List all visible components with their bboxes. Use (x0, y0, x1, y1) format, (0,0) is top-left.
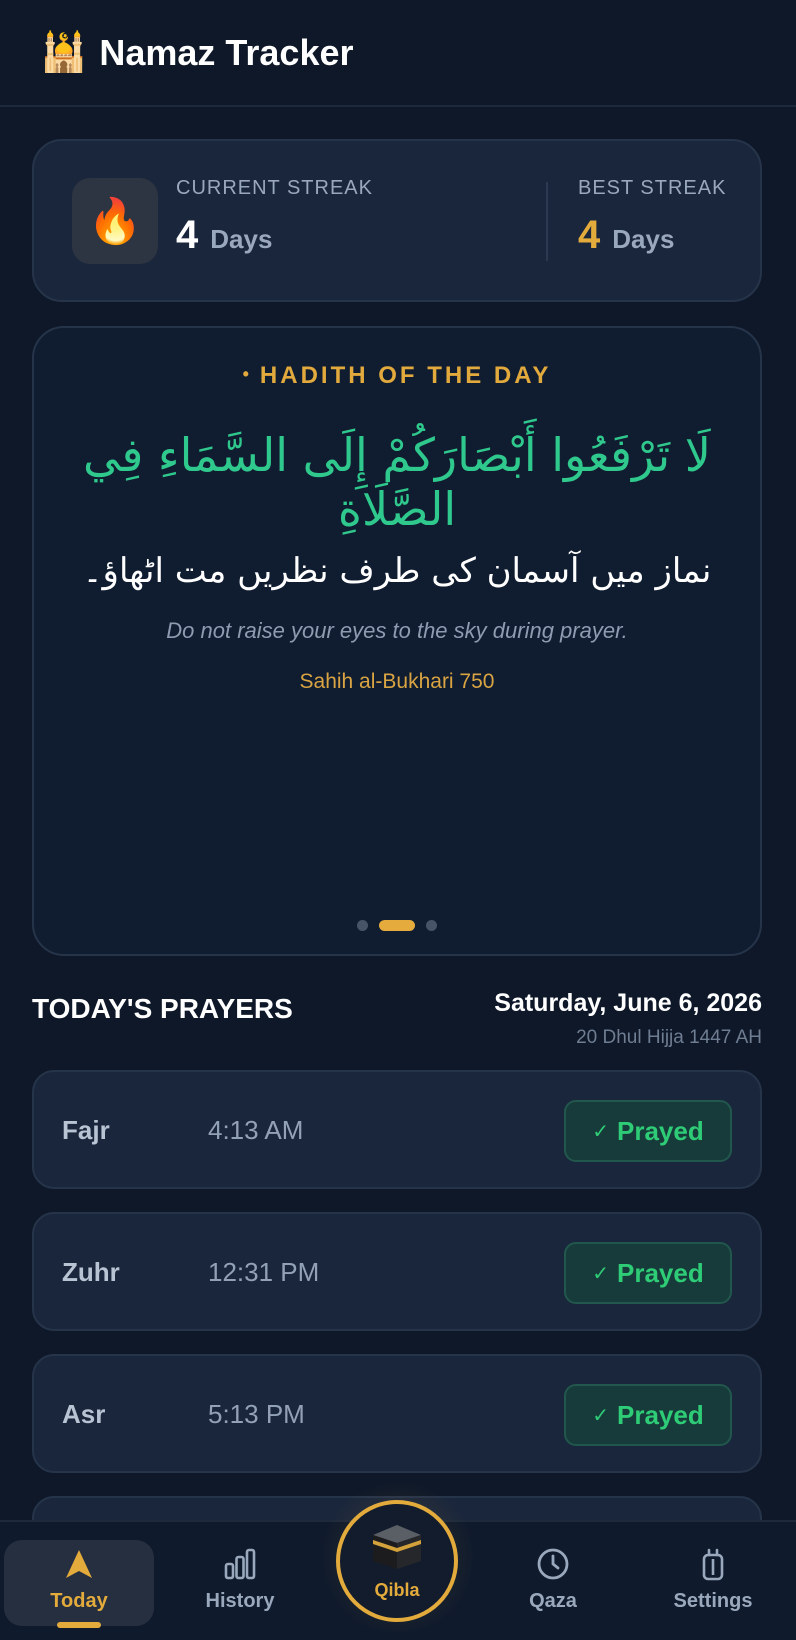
pager-dot-active[interactable] (379, 920, 415, 931)
nav-today-label: Today (50, 1590, 108, 1612)
check-icon: ✓ (592, 1262, 610, 1285)
prayed-button[interactable]: ✓ Prayed (564, 1242, 732, 1304)
pager-dot[interactable] (357, 920, 368, 931)
best-streak-label: BEST STREAK (578, 177, 727, 199)
nav-settings-label: Settings (673, 1590, 753, 1612)
prayer-name: Zuhr (62, 1257, 120, 1287)
hadith-card[interactable]: • HADITH OF THE DAY لَا تَرْفَعُوا أَبْصَ… (32, 326, 762, 956)
check-icon: ✓ (592, 1404, 610, 1427)
prayed-label: Prayed (617, 1399, 704, 1430)
active-tab-indicator (57, 1622, 101, 1628)
best-streak-value: 4 Days (578, 213, 674, 258)
app-title: Namaz Tracker (99, 31, 354, 73)
nav-qaza-label: Qaza (529, 1590, 577, 1612)
prayed-label: Prayed (617, 1257, 704, 1288)
compass-arrow-icon (62, 1544, 96, 1584)
check-icon: ✓ (592, 1120, 610, 1143)
prayer-row-asr: Asr 5:13 PM ✓ Prayed (32, 1354, 762, 1473)
qibla-button[interactable]: Qibla (336, 1500, 458, 1622)
clock-icon (536, 1544, 570, 1584)
prayer-name: Asr (62, 1399, 106, 1429)
current-streak-label: CURRENT STREAK (176, 177, 373, 199)
current-streak-unit: Days (210, 224, 273, 254)
prayer-time: 4:13 AM (208, 1115, 304, 1145)
hadith-english-text: Do not raise your eyes to the sky during… (166, 618, 628, 643)
prayed-label: Prayed (617, 1115, 704, 1146)
prayer-time: 5:13 PM (208, 1399, 305, 1429)
pager-dot[interactable] (426, 920, 437, 931)
best-streak-unit: Days (612, 224, 675, 254)
kaaba-icon (369, 1521, 425, 1576)
hadith-source: Sahih al-Bukhari 750 (299, 670, 495, 693)
hadith-header-label: HADITH OF THE DAY (259, 362, 552, 389)
streak-card: 🔥 CURRENT STREAK 4 Days BEST STREAK 4 Da… (32, 139, 762, 302)
hadith-arabic-text: لَا تَرْفَعُوا أَبْصَارَكُمْ إِلَى السَّ… (82, 428, 711, 536)
hadith-header: • HADITH OF THE DAY (34, 362, 760, 390)
prayer-beads-icon (696, 1544, 730, 1584)
prayed-button[interactable]: ✓ Prayed (564, 1384, 732, 1446)
nav-settings[interactable]: Settings (638, 1540, 788, 1626)
bar-chart-icon (223, 1544, 257, 1584)
app-root: 🕌 Namaz Tracker 🔥 CURRENT STREAK 4 Days … (0, 0, 796, 1640)
todays-prayers-title: TODAY'S PRAYERS (32, 993, 293, 1024)
prayed-button[interactable]: ✓ Prayed (564, 1100, 732, 1162)
mosque-icon: 🕌 (40, 31, 88, 74)
current-streak-number: 4 (176, 213, 199, 257)
hadith-pager[interactable] (34, 920, 760, 931)
prayer-name: Fajr (62, 1115, 110, 1145)
streak-divider (546, 182, 548, 261)
prayer-row-zuhr: Zuhr 12:31 PM ✓ Prayed (32, 1212, 762, 1331)
nav-today[interactable]: Today (4, 1540, 154, 1626)
gregorian-date: Saturday, June 6, 2026 (494, 989, 762, 1017)
prayer-row-fajr: Fajr 4:13 AM ✓ Prayed (32, 1070, 762, 1189)
header-dot-icon: • (242, 364, 252, 384)
nav-history-label: History (205, 1590, 275, 1612)
best-streak-number: 4 (578, 213, 601, 257)
nav-history[interactable]: History (165, 1540, 315, 1626)
flame-icon: 🔥 (72, 178, 158, 264)
prayer-time: 12:31 PM (208, 1257, 320, 1287)
hadith-urdu-text: نماز میں آسمان کی طرف نظریں مت اٹھاؤ۔ (82, 551, 712, 591)
nav-qaza[interactable]: Qaza (478, 1540, 628, 1626)
current-streak-value: 4 Days (176, 213, 272, 258)
app-header: 🕌 Namaz Tracker (0, 0, 796, 107)
hijri-date: 20 Dhul Hijja 1447 AH (576, 1027, 762, 1048)
qibla-label: Qibla (374, 1580, 420, 1600)
